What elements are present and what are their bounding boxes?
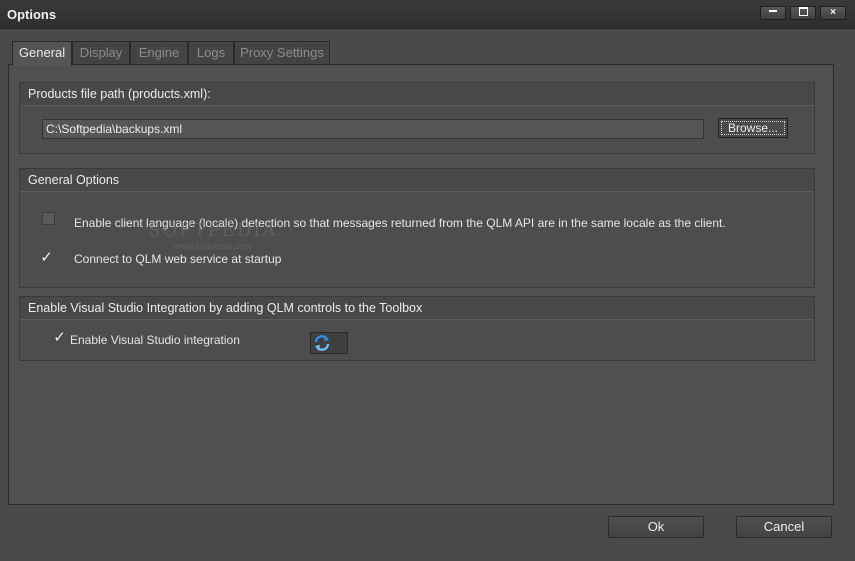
tab-logs[interactable]: Logs	[188, 41, 234, 65]
tab-proxy-settings[interactable]: Proxy Settings	[234, 41, 330, 65]
products-group: Products file path (products.xml): Brows…	[19, 82, 815, 154]
visual-studio-checkbox[interactable]: ✓	[53, 329, 66, 346]
visual-studio-label: Enable Visual Studio integration	[70, 333, 240, 347]
visual-studio-header: Enable Visual Studio Integration by addi…	[20, 297, 814, 320]
window-title: Options	[7, 7, 57, 22]
browse-button[interactable]: Browse...	[718, 118, 788, 138]
products-group-header: Products file path (products.xml):	[20, 83, 814, 106]
refresh-button[interactable]	[310, 332, 348, 354]
tab-display[interactable]: Display	[72, 41, 130, 65]
cancel-button[interactable]: Cancel	[736, 516, 832, 538]
connect-startup-checkbox[interactable]: ✓	[40, 249, 53, 266]
connect-startup-label: Connect to QLM web service at startup	[74, 252, 282, 266]
softpedia-watermark: SOFTPEDIA www.softpedia.com	[148, 220, 278, 251]
close-icon: ×	[830, 7, 836, 18]
checkmark-icon: ✓	[40, 249, 53, 266]
minimize-icon	[769, 10, 777, 13]
maximize-icon	[798, 6, 808, 16]
tab-general[interactable]: General	[12, 41, 72, 66]
visual-studio-group: Enable Visual Studio Integration by addi…	[19, 296, 815, 361]
general-options-header: General Options	[20, 169, 814, 192]
ok-button[interactable]: Ok	[608, 516, 704, 538]
minimize-button[interactable]	[760, 6, 786, 20]
maximize-button[interactable]	[790, 6, 816, 20]
title-bar: Options ×	[0, 0, 855, 29]
tab-engine[interactable]: Engine	[130, 41, 188, 65]
products-path-input[interactable]	[42, 119, 704, 139]
general-tab-panel: Products file path (products.xml): Brows…	[8, 64, 834, 505]
general-options-group: General Options Enable client language (…	[19, 168, 815, 288]
checkmark-icon: ✓	[53, 329, 66, 346]
refresh-icon	[314, 335, 330, 351]
close-button[interactable]: ×	[820, 6, 846, 20]
client-language-checkbox[interactable]	[42, 212, 55, 225]
